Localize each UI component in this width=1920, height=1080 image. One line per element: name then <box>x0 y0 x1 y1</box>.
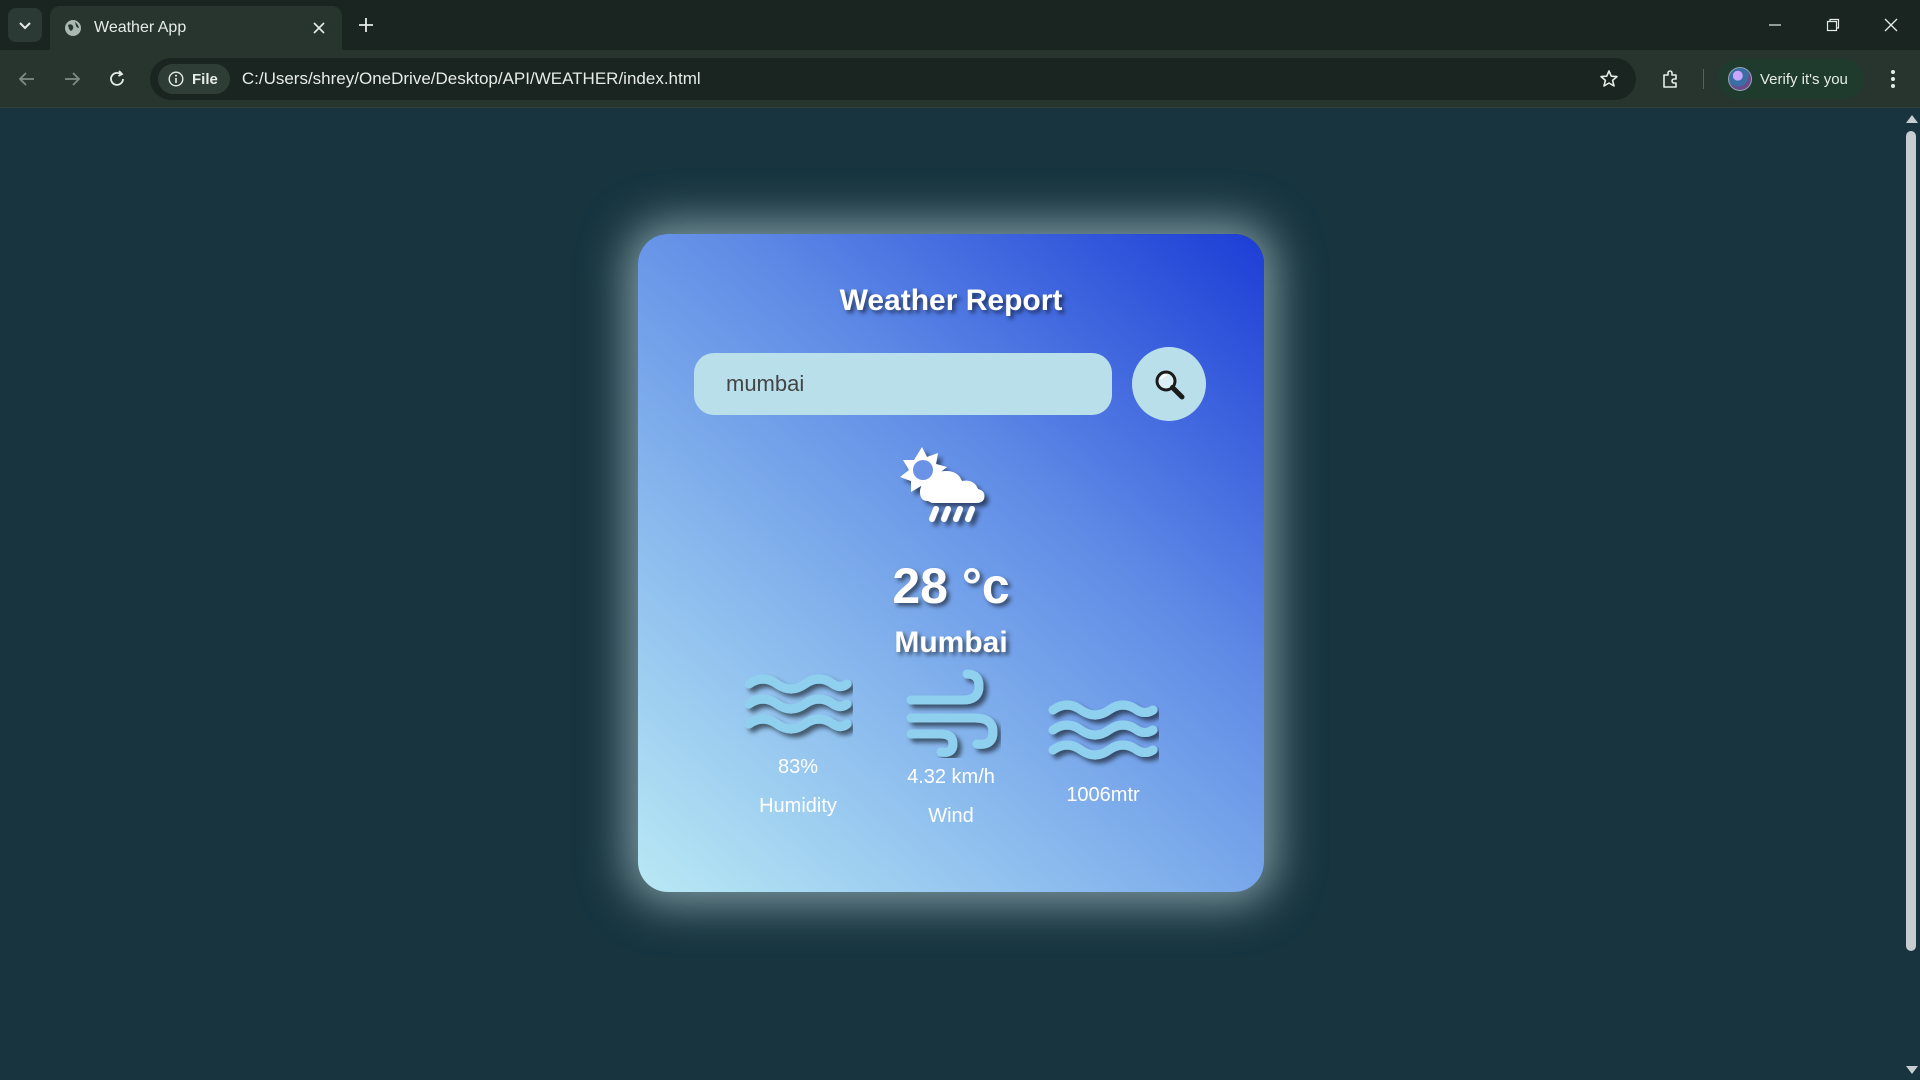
pressure-value: 1006mtr <box>1066 784 1140 806</box>
restore-button[interactable] <box>1804 0 1862 50</box>
address-bar[interactable]: File C:/Users/shrey/OneDrive/Desktop/API… <box>150 58 1636 100</box>
new-tab-button[interactable] <box>352 10 380 40</box>
site-chip-label: File <box>192 70 218 88</box>
scroll-down-arrow[interactable] <box>1906 1066 1918 1074</box>
reload-icon <box>110 70 124 86</box>
info-icon <box>168 71 184 87</box>
arrow-right-icon <box>65 72 81 86</box>
humidity-stat: 83% Humidity <box>738 668 858 818</box>
tab-title: Weather App <box>94 19 187 36</box>
wind-stat: 4.32 km/h Wind <box>888 668 1014 828</box>
browser-menu-button[interactable] <box>1876 62 1910 96</box>
close-icon <box>313 22 325 34</box>
verify-profile-button[interactable]: Verify it's you <box>1718 59 1864 99</box>
minimize-button[interactable] <box>1746 0 1804 50</box>
globe-icon <box>65 20 81 36</box>
tab-weather-app[interactable]: Weather App <box>50 6 342 50</box>
wind-label: Wind <box>928 805 974 827</box>
search-button[interactable] <box>1132 347 1206 421</box>
sun-cloud-rain-icon <box>900 447 985 522</box>
tab-bar: Weather App <box>0 0 1920 50</box>
star-icon <box>1600 70 1618 87</box>
site-info-chip[interactable]: File <box>158 64 230 94</box>
window-controls <box>1746 0 1920 50</box>
scroll-up-arrow[interactable] <box>1906 115 1918 123</box>
extensions-button[interactable] <box>1654 62 1688 96</box>
url-text[interactable]: C:/Users/shrey/OneDrive/Desktop/API/WEAT… <box>242 69 701 89</box>
humidity-label: Humidity <box>759 795 837 817</box>
search-icon <box>1155 370 1185 400</box>
tab-search-button[interactable] <box>8 8 42 42</box>
temperature: 28 °c <box>892 558 1010 614</box>
wind-icon <box>906 669 998 757</box>
humidity-value: 83% <box>777 756 819 778</box>
close-window-button[interactable] <box>1862 0 1920 50</box>
waves-icon <box>744 674 852 734</box>
close-icon <box>1884 18 1898 32</box>
more-vertical-icon <box>1891 70 1895 88</box>
arrow-left-icon <box>18 72 34 86</box>
toolbar-divider <box>1703 69 1704 89</box>
minimize-icon <box>1769 24 1781 26</box>
chevron-down-icon <box>19 22 31 30</box>
scroll-thumb[interactable] <box>1906 131 1916 951</box>
city-name: Mumbai <box>894 626 1008 659</box>
avatar <box>1728 67 1752 91</box>
card-title: Weather Report <box>839 284 1063 317</box>
weather-card: Weather Report 28 °c Mumbai <box>638 234 1264 892</box>
vertical-scrollbar[interactable] <box>1902 109 1920 1080</box>
pressure-stat: 1006mtr <box>1038 694 1168 807</box>
bookmark-button[interactable] <box>1594 64 1624 94</box>
back-button[interactable] <box>10 62 44 96</box>
waves-icon <box>1048 700 1158 760</box>
restore-icon <box>1826 18 1840 32</box>
puzzle-icon <box>1663 70 1677 88</box>
reload-button[interactable] <box>100 62 134 96</box>
browser-toolbar: File C:/Users/shrey/OneDrive/Desktop/API… <box>0 50 1920 108</box>
plus-icon <box>359 18 373 32</box>
tab-close-button[interactable] <box>308 17 330 39</box>
wind-value: 4.32 km/h <box>907 766 995 788</box>
forward-button[interactable] <box>55 62 89 96</box>
city-search-input[interactable] <box>694 353 1112 415</box>
verify-label: Verify it's you <box>1760 70 1848 88</box>
